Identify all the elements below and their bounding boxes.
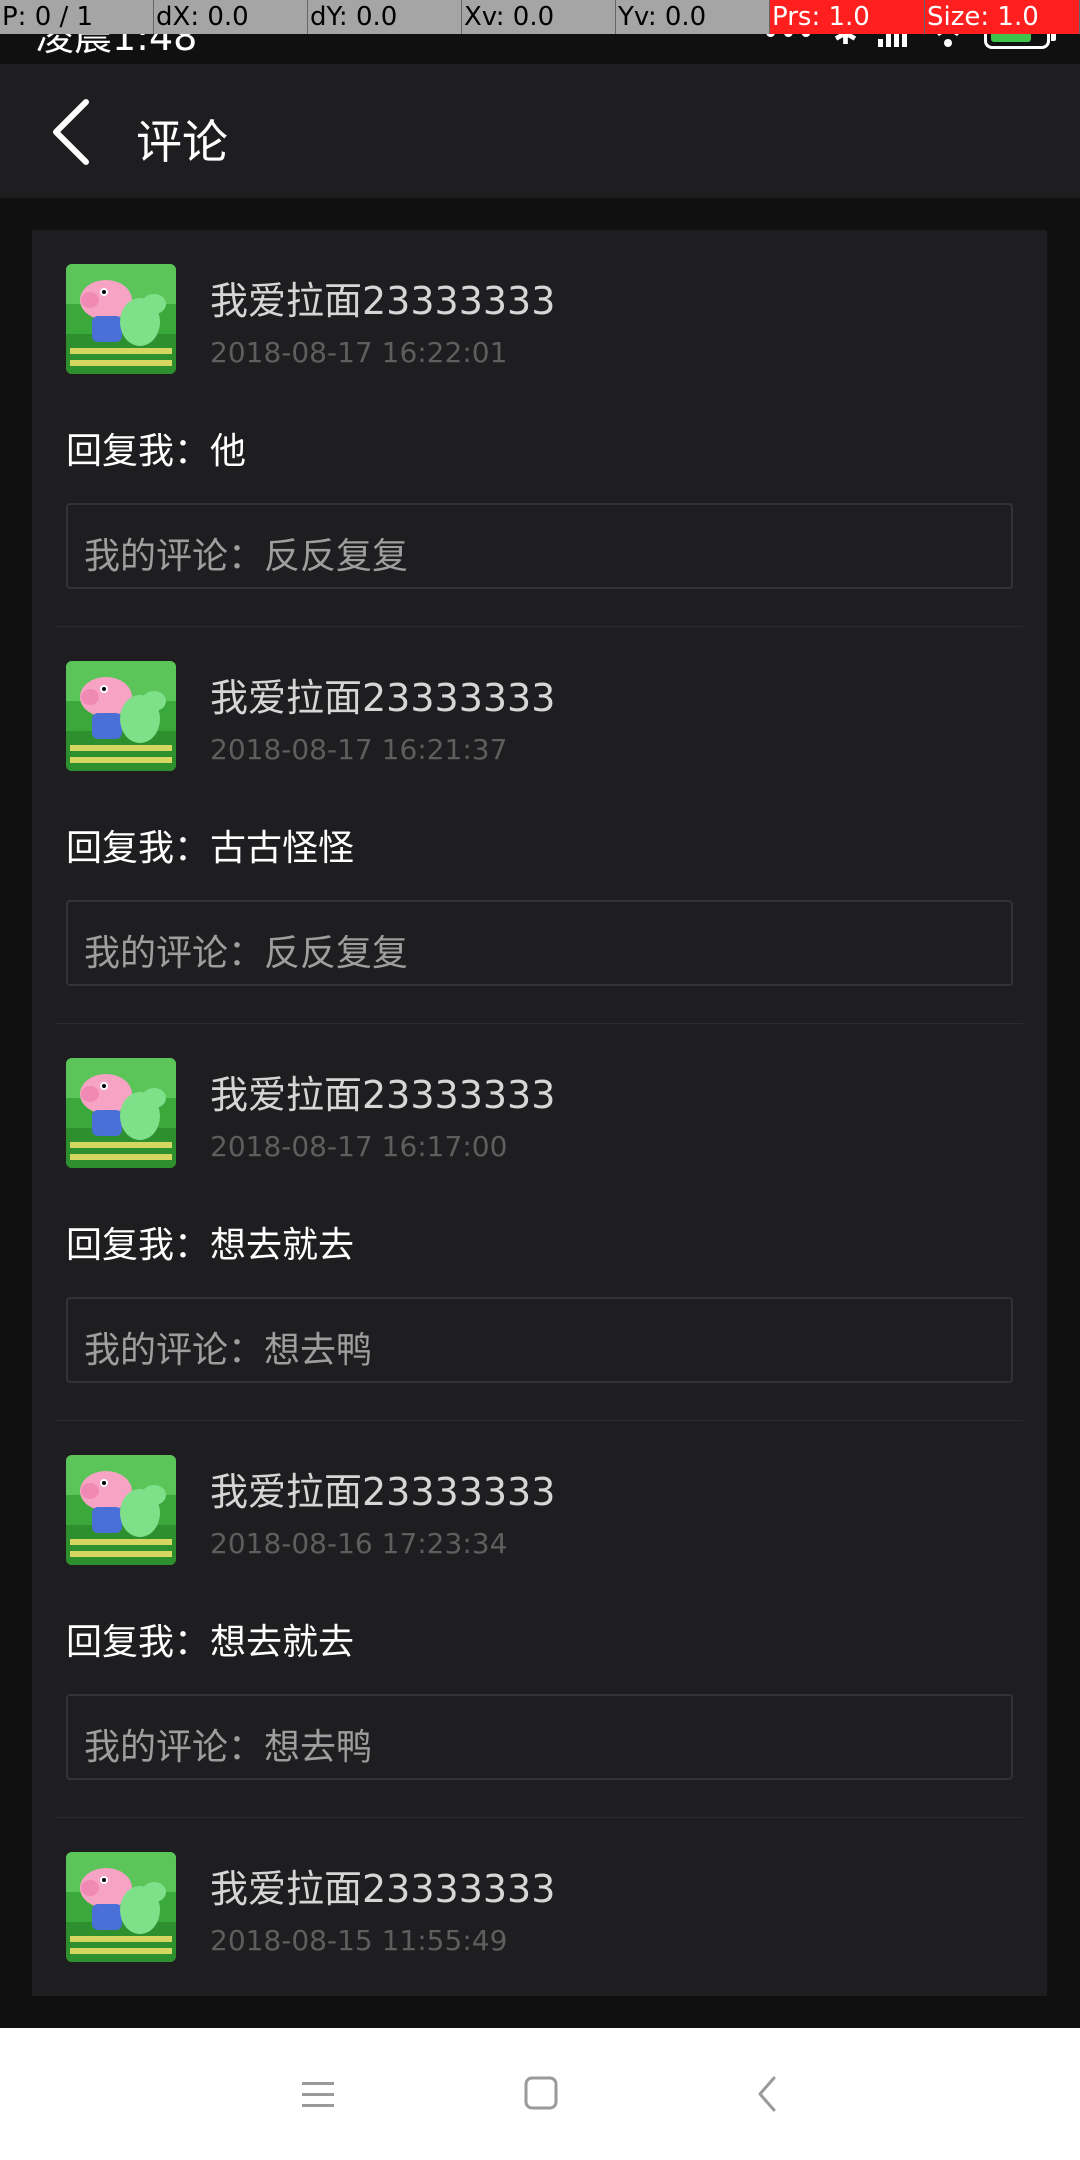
menu-icon bbox=[302, 2082, 334, 2107]
avatar[interactable] bbox=[66, 1058, 176, 1168]
reply-text: 回复我：古古怪怪 bbox=[66, 828, 355, 869]
comment-time: 2018-08-17 16:22:01 bbox=[210, 336, 508, 369]
back-icon bbox=[758, 2076, 776, 2112]
back-button[interactable] bbox=[40, 92, 120, 172]
comment-time: 2018-08-15 11:55:49 bbox=[210, 1924, 508, 1957]
pointer-debug-overlay: P: 0 / 1 dX: 0.0 dY: 0.0 Xv: 0.0 Yv: 0.0… bbox=[0, 0, 1080, 34]
comment-time: 2018-08-17 16:17:00 bbox=[210, 1130, 508, 1163]
home-icon bbox=[524, 2076, 558, 2110]
reply-text: 回复我：他 bbox=[66, 431, 247, 472]
debug-yv: Yv: 0.0 bbox=[616, 0, 770, 34]
my-comment-text: 我的评论：想去鸭 bbox=[84, 1727, 373, 1768]
comment-item[interactable]: 我爱拉面23333333 2018-08-17 16:22:01 回复我：他 我… bbox=[32, 230, 1047, 627]
my-comment-box[interactable]: 我的评论：想去鸭 bbox=[66, 1694, 1013, 1780]
debug-pointer: P: 0 / 1 bbox=[0, 0, 154, 34]
avatar[interactable] bbox=[66, 1455, 176, 1565]
debug-xv: Xv: 0.0 bbox=[462, 0, 616, 34]
username: 我爱拉面23333333 bbox=[210, 1867, 556, 1911]
username: 我爱拉面23333333 bbox=[210, 1470, 556, 1514]
debug-pressure: Prs: 1.0 bbox=[770, 0, 925, 34]
username: 我爱拉面23333333 bbox=[210, 676, 556, 720]
avatar[interactable] bbox=[66, 264, 176, 374]
reply-text: 回复我：想去就去 bbox=[66, 1225, 355, 1266]
debug-dx: dX: 0.0 bbox=[154, 0, 308, 34]
my-comment-box[interactable]: 我的评论：反反复复 bbox=[66, 900, 1013, 986]
comment-time: 2018-08-17 16:21:37 bbox=[210, 733, 508, 766]
my-comment-box[interactable]: 我的评论：反反复复 bbox=[66, 503, 1013, 589]
menu-button[interactable] bbox=[288, 2064, 348, 2124]
comment-list[interactable]: 我爱拉面23333333 2018-08-17 16:22:01 回复我：他 我… bbox=[32, 230, 1047, 1996]
my-comment-text: 我的评论：反反复复 bbox=[84, 536, 409, 577]
reply-text: 回复我：想去就去 bbox=[66, 1622, 355, 1663]
system-nav-bar bbox=[0, 2028, 1080, 2160]
my-comment-box[interactable]: 我的评论：想去鸭 bbox=[66, 1297, 1013, 1383]
chevron-left-icon bbox=[53, 99, 89, 165]
username: 我爱拉面23333333 bbox=[210, 1073, 556, 1117]
username: 我爱拉面23333333 bbox=[210, 279, 556, 323]
comment-item[interactable]: 我爱拉面23333333 2018-08-15 11:55:49 bbox=[32, 1818, 1047, 1996]
comment-item[interactable]: 我爱拉面23333333 2018-08-17 16:17:00 回复我：想去就… bbox=[32, 1024, 1047, 1421]
my-comment-text: 我的评论：反反复复 bbox=[84, 933, 409, 974]
avatar[interactable] bbox=[66, 661, 176, 771]
nav-back-button[interactable] bbox=[738, 2064, 798, 2124]
avatar[interactable] bbox=[66, 1852, 176, 1962]
app-header: 评论 bbox=[0, 64, 1080, 198]
my-comment-text: 我的评论：想去鸭 bbox=[84, 1330, 373, 1371]
debug-dy: dY: 0.0 bbox=[308, 0, 462, 34]
comment-item[interactable]: 我爱拉面23333333 2018-08-17 16:21:37 回复我：古古怪… bbox=[32, 627, 1047, 1024]
page-title: 评论 bbox=[136, 115, 228, 169]
home-button[interactable] bbox=[510, 2064, 570, 2124]
debug-size: Size: 1.0 bbox=[925, 0, 1080, 34]
comment-item[interactable]: 我爱拉面23333333 2018-08-16 17:23:34 回复我：想去就… bbox=[32, 1421, 1047, 1818]
comment-time: 2018-08-16 17:23:34 bbox=[210, 1527, 508, 1560]
